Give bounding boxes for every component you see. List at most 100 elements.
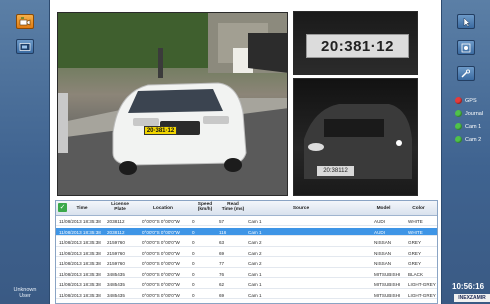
table-row[interactable]: 11/08/2013 18:35:38 2159760 0°00'0"S 0°00'…	[56, 249, 437, 257]
table-cell: 11/08/2013 18:35:38	[59, 229, 101, 235]
table-cell: 11/08/2013 18:35:38	[59, 261, 101, 266]
table-cell: 0	[192, 271, 195, 277]
table-cell: Cam 1	[248, 219, 262, 224]
status-cam1: Cam 1	[455, 120, 483, 133]
table-cell: NISSAN	[374, 261, 392, 266]
col-time[interactable]: Time	[72, 206, 92, 211]
checkmark-icon[interactable]: ✓	[58, 203, 67, 212]
table-cell: BLACK	[408, 271, 424, 277]
table-row[interactable]: 11/08/2013 18:35:38 2038112 0°00'0"S 0°00'…	[56, 227, 437, 236]
camera-open-icon	[19, 16, 31, 25]
table-cell: 2038112	[107, 219, 125, 224]
table-cell: 2159760	[107, 261, 125, 266]
table-cell: 77	[219, 261, 225, 266]
table-cell: 63	[219, 240, 225, 245]
table-row[interactable]: 11/08/2013 18:35:38 3485435 0°00'0"S 0°00'…	[56, 280, 437, 289]
table-cell: MITSUBISHI	[374, 292, 401, 298]
camera-window-icon	[19, 42, 31, 51]
table-cell: Cam 1	[248, 229, 262, 235]
table-cell: WHITE	[408, 229, 423, 235]
table-cell: LIGHT-GREY	[408, 282, 436, 287]
table-cell: AUDI	[374, 229, 385, 235]
table-cell: Cam 2	[248, 250, 262, 256]
table-cell: 11/08/2013 18:35:38	[59, 250, 101, 256]
tools-button[interactable]	[457, 66, 475, 81]
table-cell: 0	[192, 240, 195, 245]
table-row[interactable]: 11/08/2013 18:35:38 3485435 0°00'0"S 0°00'…	[56, 270, 437, 278]
table-cell: GREY	[408, 261, 422, 266]
status-dot-icon	[455, 123, 462, 130]
status-dot-icon	[455, 110, 462, 117]
col-model[interactable]: Model	[371, 206, 396, 211]
table-cell: 0	[192, 292, 195, 298]
table-cell: 0	[192, 250, 195, 256]
left-toolbar: Unknown User	[0, 0, 50, 304]
table-cell: 0°00'0"S 0°00'0"W	[142, 219, 180, 224]
cursor-select-icon	[463, 16, 471, 27]
table-cell: 0°00'0"S 0°00'0"W	[142, 261, 180, 266]
tools-icon	[461, 68, 471, 78]
col-speed[interactable]: Speed (km/h)	[191, 202, 219, 212]
table-cell: 76	[219, 271, 225, 277]
table-cell: 11/08/2013 18:35:38	[59, 271, 101, 277]
table-cell: 62	[219, 282, 225, 287]
table-cell: 69	[219, 250, 225, 256]
table-cell: MITSUBISHI	[374, 271, 401, 277]
col-source[interactable]: Source	[286, 206, 316, 211]
secondary-camera-view[interactable]: 20:38112	[293, 78, 418, 196]
table-row[interactable]: 11/08/2013 18:35:38 3485435 0°00'0"S 0°00'…	[56, 291, 437, 299]
detections-table: ✓ Time License Plate Location Speed (km/…	[55, 200, 438, 304]
table-cell: 69	[219, 292, 225, 298]
table-cell: 11/08/2013 18:35:38	[59, 292, 101, 298]
zoomed-plate: 20:381·12	[306, 34, 409, 58]
table-cell: 2038112	[107, 229, 125, 235]
status-label: Journal	[465, 110, 484, 117]
clock: 10:56:16	[452, 282, 485, 291]
table-cell: LIGHT-GREY	[408, 292, 436, 298]
col-location[interactable]: Location	[148, 206, 178, 211]
night-car-scene	[304, 104, 412, 179]
table-row[interactable]: 11/08/2013 18:35:38 2159760 0°00'0"S 0°00'…	[56, 238, 437, 247]
col-readtime[interactable]: Read Time (ms)	[218, 202, 248, 212]
table-cell: MITSUBISHI	[374, 282, 401, 287]
table-cell: NISSAN	[374, 250, 392, 256]
table-cell: 11/08/2013 18:35:38	[59, 282, 101, 287]
table-cell: 57	[219, 219, 225, 224]
car-license-plate: 20·381·12	[144, 126, 177, 135]
table-cell: 11/08/2013 18:35:38	[59, 219, 101, 224]
camera-open-button[interactable]	[16, 14, 34, 29]
table-cell: GREY	[408, 250, 422, 256]
status-label: Cam 2	[465, 136, 482, 143]
table-cell: 0	[192, 229, 195, 235]
night-license-plate: 20:38112	[317, 166, 354, 176]
table-row[interactable]: 11/08/2013 18:35:38 2038112 0°00'0"S 0°00'…	[56, 217, 437, 226]
table-cell: 2159760	[107, 250, 125, 256]
col-color[interactable]: Color	[406, 206, 431, 211]
status-label: Cam 1	[465, 123, 482, 130]
table-cell: 3485435	[107, 271, 125, 277]
camera-window-button[interactable]	[16, 39, 34, 54]
table-cell: 116	[219, 229, 227, 235]
table-header: ✓ Time License Plate Location Speed (km/…	[56, 201, 437, 216]
user-label-line2: User	[19, 293, 31, 299]
main-camera-view[interactable]: 20·381·12	[57, 12, 288, 196]
table-cell: 3485435	[107, 292, 125, 298]
table-cell: 11/08/2013 18:35:38	[59, 240, 101, 245]
layout-button[interactable]	[457, 40, 475, 55]
table-cell: 0	[192, 261, 195, 266]
status-gps: GPS	[455, 94, 483, 107]
table-cell: 2159760	[107, 240, 125, 245]
grid-layout-icon	[461, 43, 471, 52]
plate-zoom-view[interactable]: 20:381·12	[293, 11, 418, 75]
select-button[interactable]	[457, 14, 475, 29]
current-user-label: Unknown User	[0, 287, 50, 299]
table-cell: GREY	[408, 240, 422, 245]
right-toolbar	[441, 0, 490, 304]
table-cell: Cam 1	[248, 282, 262, 287]
table-cell: 0°00'0"S 0°00'0"W	[142, 240, 180, 245]
device-status-list: GPS Journal Cam 1 Cam 2	[455, 94, 483, 146]
table-row[interactable]: 11/08/2013 18:35:38 2159760 0°00'0"S 0°00'…	[56, 259, 437, 268]
brand-logo: INEXZAMIR	[454, 294, 490, 302]
table-cell: 3485435	[107, 282, 125, 287]
col-plate[interactable]: License Plate	[106, 202, 134, 212]
